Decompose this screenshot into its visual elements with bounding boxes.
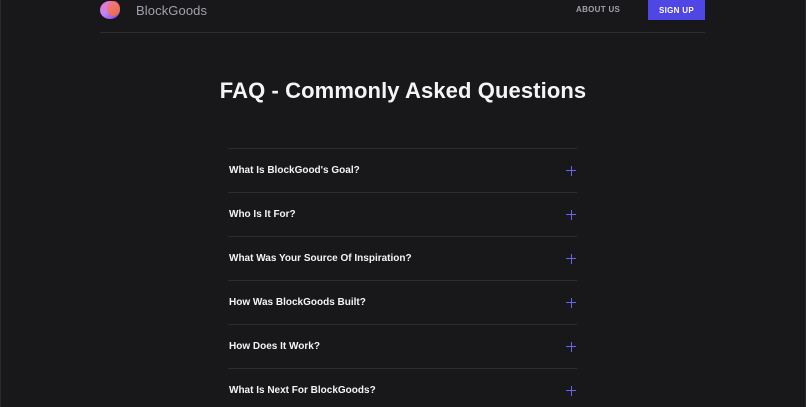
plus-icon[interactable] xyxy=(566,253,576,264)
faq-question: What Is BlockGood's Goal? xyxy=(229,165,360,176)
faq-item[interactable]: How Does It Work? xyxy=(228,324,577,368)
brand-name[interactable]: BlockGoods xyxy=(136,3,207,18)
faq-question: Who Is It For? xyxy=(229,209,296,220)
plus-icon[interactable] xyxy=(566,165,576,176)
faq-question: How Does It Work? xyxy=(229,341,320,352)
nav-about-us-link[interactable]: ABOUT US xyxy=(576,5,620,14)
sign-up-button[interactable]: SIGN UP xyxy=(648,0,705,20)
logo-icon[interactable] xyxy=(100,1,120,19)
faq-question: How Was BlockGoods Built? xyxy=(229,297,366,308)
faq-question: What Was Your Source Of Inspiration? xyxy=(229,253,412,264)
plus-icon[interactable] xyxy=(566,385,576,396)
navbar: BlockGoods ABOUT US SIGN UP xyxy=(100,0,705,33)
page-title: FAQ - Commonly Asked Questions xyxy=(219,78,587,103)
faq-item[interactable]: How Was BlockGoods Built? xyxy=(228,280,577,324)
faq-item[interactable]: What Is Next For BlockGoods? xyxy=(228,368,577,407)
plus-icon[interactable] xyxy=(566,209,576,220)
faq-item[interactable]: What Was Your Source Of Inspiration? xyxy=(228,236,577,280)
faq-item[interactable]: What Is BlockGood's Goal? xyxy=(228,148,577,192)
page: BlockGoods ABOUT US SIGN UP FAQ - Common… xyxy=(0,0,806,407)
faq-question: What Is Next For BlockGoods? xyxy=(229,385,376,396)
faq-item[interactable]: Who Is It For? xyxy=(228,192,577,236)
plus-icon[interactable] xyxy=(566,297,576,308)
faq-list: What Is BlockGood's Goal? Who Is It For?… xyxy=(228,148,577,407)
plus-icon[interactable] xyxy=(566,341,576,352)
